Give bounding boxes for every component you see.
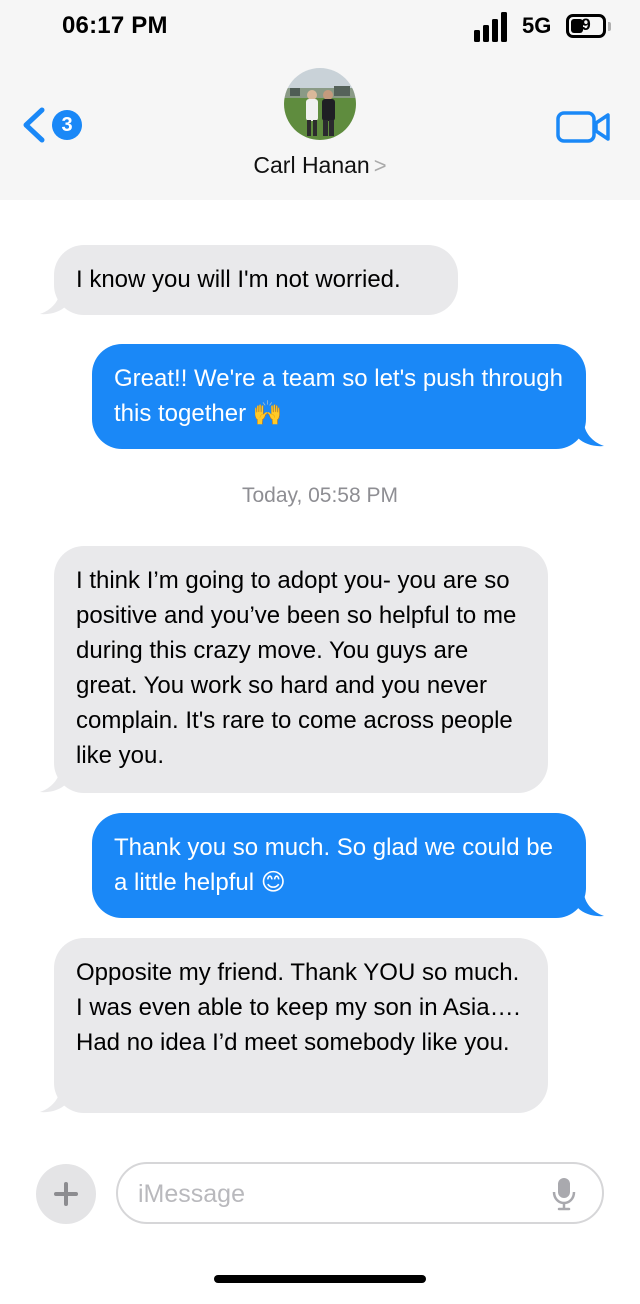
video-camera-icon[interactable] [556, 110, 612, 144]
battery-nub [608, 22, 611, 31]
signal-icon [474, 12, 514, 42]
message-bubble-received[interactable]: Opposite my friend. Thank YOU so much. I… [54, 938, 548, 1113]
message-bubble-sent[interactable]: Thank you so much. So glad we could be a… [92, 813, 586, 918]
battery-level: 9 [581, 15, 591, 34]
unread-badge: 3 [52, 110, 82, 140]
bubble-tail [40, 1088, 66, 1113]
bubble-tail [578, 892, 604, 917]
avatar[interactable] [284, 68, 356, 140]
navigation-header: 06:17 PM 5G 9 3 Carl Hanan > [0, 0, 640, 200]
microphone-icon[interactable] [550, 1176, 578, 1212]
status-time: 06:17 PM [62, 12, 168, 39]
home-indicator[interactable] [214, 1275, 426, 1283]
back-button[interactable]: 3 [18, 105, 82, 145]
back-chevron-icon [23, 107, 45, 143]
message-text: Great!! We're a team so let's push throu… [114, 365, 563, 427]
message-bubble-sent[interactable]: Great!! We're a team so let's push throu… [92, 344, 586, 449]
avatar-photo [284, 68, 356, 140]
message-input-placeholder: iMessage [138, 1180, 245, 1208]
conversation-timestamp: Today, 05:58 PM [241, 484, 399, 507]
message-text: I think I’m going to adopt you- you are … [76, 567, 517, 769]
message-input[interactable]: iMessage [116, 1162, 604, 1224]
bubble-tail [578, 422, 604, 447]
network-label: 5G [522, 13, 552, 38]
battery-icon: 9 [566, 14, 606, 38]
add-attachment-button[interactable] [36, 1164, 96, 1224]
message-bubble-received[interactable]: I think I’m going to adopt you- you are … [54, 546, 548, 793]
message-text: Opposite my friend. Thank YOU so much. I… [76, 959, 521, 1056]
contact-name: Carl Hanan [253, 152, 370, 178]
message-text: Thank you so much. So glad we could be a… [114, 834, 553, 896]
bubble-tail [40, 290, 66, 315]
message-text: I know you will I'm not worried. [76, 266, 401, 293]
bubble-tail [40, 768, 66, 793]
contact-name-button[interactable]: Carl Hanan > [0, 152, 640, 179]
message-bubble-received[interactable]: I know you will I'm not worried. [54, 245, 458, 315]
chevron-right-icon: > [373, 153, 387, 178]
